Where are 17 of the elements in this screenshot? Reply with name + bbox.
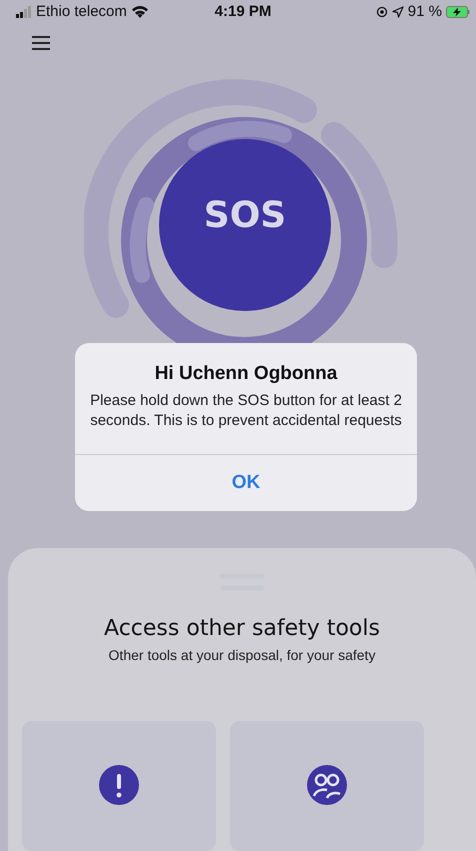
battery-icon [446, 6, 470, 18]
dialog-title: Hi Uchenn Ogbonna [154, 363, 338, 385]
battery-percent: 91 % [408, 3, 442, 20]
status-time: 4:19 PM [214, 3, 272, 20]
carrier-name: Ethio telecom [36, 3, 127, 20]
sheet-subtitle: Other tools at your disposal, for your safety [108, 647, 376, 663]
sheet-title: Access other safety tools [104, 616, 380, 641]
menu-icon [32, 36, 50, 50]
tool-card[interactable] [230, 721, 424, 851]
dialog-message: Please hold down the SOS button for at least 2 seconds. This is to prevent accidental requests [89, 391, 403, 432]
alert-icon [99, 765, 139, 805]
wifi-icon [130, 5, 149, 18]
lock-rotation-icon [376, 6, 388, 18]
signal-icon [16, 6, 32, 18]
people-icon [307, 765, 347, 805]
tool-card[interactable] [22, 721, 216, 851]
location-arrow-icon [392, 6, 404, 18]
